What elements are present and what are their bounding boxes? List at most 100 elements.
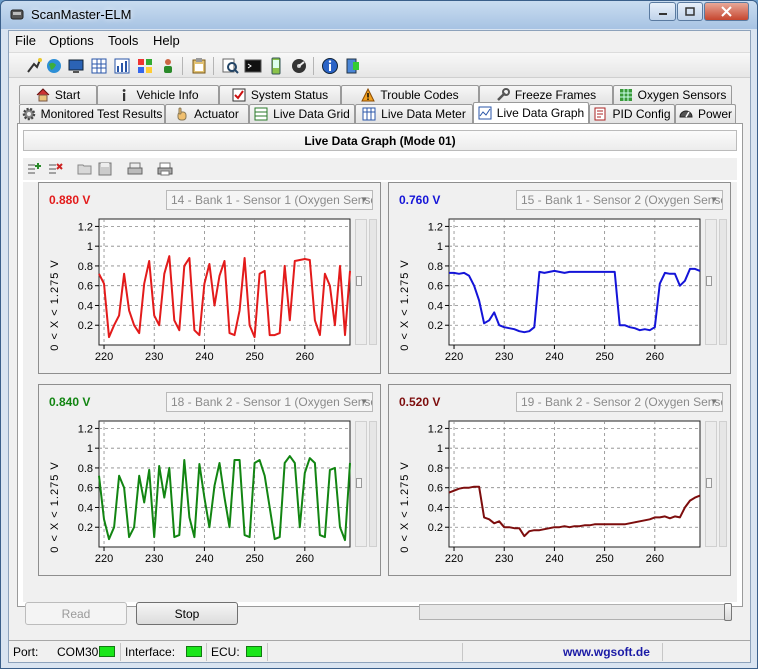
y-tick-label: 0.2 [428, 522, 443, 534]
vertical-scale-slider[interactable] [705, 421, 717, 547]
vertical-scale-slider[interactable] [355, 421, 367, 547]
warning-grid-icon[interactable] [136, 57, 154, 75]
y-tick-label: 0.2 [428, 320, 443, 332]
x-tick-label: 240 [545, 351, 563, 363]
grid-icon[interactable] [90, 57, 108, 75]
plot-area [448, 218, 701, 346]
graph-panel-4: 0.520 V 19 - Bank 2 - Sensor 2 (Oxygen S… [388, 384, 731, 576]
slider-thumb[interactable] [706, 478, 712, 488]
y-tick-label: 1.2 [428, 221, 443, 233]
grid-table-icon [254, 107, 268, 121]
x-tick-label: 260 [646, 351, 664, 363]
read-button[interactable]: Read [25, 602, 127, 625]
menu-tools[interactable]: Tools [108, 33, 138, 48]
menu-options[interactable]: Options [49, 33, 94, 48]
chart-icon[interactable] [113, 57, 131, 75]
x-tick-label: 260 [296, 351, 314, 363]
menu-file[interactable]: File [15, 33, 36, 48]
clipboard-icon[interactable] [190, 57, 208, 75]
y-tick-label: 0.8 [428, 463, 443, 475]
plot-area [448, 420, 701, 548]
x-tick-label: 250 [595, 351, 613, 363]
tab-oxygen-sensors[interactable]: Oxygen Sensors [613, 85, 732, 104]
graph-icon [478, 106, 492, 120]
toolbar-separator [213, 57, 214, 75]
tab-label: Vehicle Info [136, 88, 199, 102]
tab-label: PID Config [612, 107, 671, 121]
add-graph-icon[interactable] [26, 161, 42, 177]
slider-thumb[interactable] [356, 276, 362, 286]
port-value: COM30 [57, 645, 99, 659]
checkbox-icon [232, 88, 246, 102]
tab-power[interactable]: Power [675, 104, 736, 123]
print-preview-icon[interactable] [127, 161, 143, 177]
tab-actuator[interactable]: Actuator [165, 104, 249, 123]
tab-start[interactable]: Start [19, 85, 97, 104]
globe-icon[interactable] [45, 57, 63, 75]
menu-bar: File Options Tools Help [9, 31, 750, 51]
terminal-icon[interactable] [244, 57, 262, 75]
tab-label: Live Data Graph [496, 106, 585, 120]
y-tick-label: 1 [437, 443, 443, 455]
tab-trouble-codes[interactable]: Trouble Codes [341, 85, 479, 104]
port-led-indicator [99, 646, 115, 657]
slider-thumb[interactable] [356, 478, 362, 488]
stop-button[interactable]: Stop [136, 602, 238, 625]
tab-monitored-test-results[interactable]: Monitored Test Results [19, 104, 165, 123]
exit-icon[interactable] [344, 57, 362, 75]
plot: 1.2 1 0.8 0.6 0.4 0.2 220 230 240 250 260 [78, 218, 351, 363]
minimize-button[interactable] [649, 2, 676, 21]
x-tick-label: 260 [646, 553, 664, 565]
x-tick-label: 220 [95, 553, 113, 565]
disc-icon[interactable] [290, 57, 308, 75]
connect-icon[interactable] [25, 57, 43, 75]
menu-help[interactable]: Help [153, 33, 180, 48]
ecu-led-indicator [246, 646, 262, 657]
maximize-icon [685, 7, 695, 16]
printer-icon[interactable] [157, 161, 173, 177]
app-icon [10, 9, 24, 20]
vertical-scroll-track[interactable] [719, 421, 727, 547]
x-tick-label: 220 [445, 553, 463, 565]
vertical-scale-slider[interactable] [355, 219, 367, 345]
y-tick-label: 0.8 [78, 463, 93, 475]
tab-vehicle-info[interactable]: Vehicle Info [97, 85, 219, 104]
person-icon[interactable] [159, 57, 177, 75]
info-i-icon [123, 89, 126, 101]
tab-live-data-grid[interactable]: Live Data Grid [249, 104, 355, 123]
time-scroll-slider[interactable] [419, 603, 732, 621]
maximize-button[interactable] [677, 2, 703, 21]
remove-graph-icon[interactable] [47, 161, 63, 177]
monitor-icon[interactable] [67, 57, 85, 75]
status-divider [120, 643, 121, 661]
status-divider [206, 643, 207, 661]
tab-pid-config[interactable]: PID Config [589, 104, 675, 123]
slider-thumb[interactable] [706, 276, 712, 286]
interface-label: Interface: [125, 645, 176, 659]
vertical-scale-slider[interactable] [705, 219, 717, 345]
save-icon[interactable] [97, 161, 113, 177]
x-tick-label: 220 [445, 351, 463, 363]
vertical-scroll-track[interactable] [719, 219, 727, 345]
tab-live-data-meter[interactable]: Live Data Meter [355, 104, 473, 123]
tab-strip: Start Vehicle Info System Status Trouble… [9, 79, 750, 125]
y-tick-label: 1.2 [78, 221, 93, 233]
config-icon [594, 107, 606, 121]
tab-system-status[interactable]: System Status [219, 85, 341, 104]
app-window: ScanMaster-ELM File Options Tools Help S… [0, 0, 758, 669]
website-link[interactable]: www.wgsoft.de [563, 645, 650, 659]
y-tick-label: 0.4 [78, 502, 93, 514]
info-icon[interactable] [321, 57, 339, 75]
title-bar[interactable]: ScanMaster-ELM [1, 1, 757, 29]
y-tick-label: 0.8 [78, 261, 93, 273]
search-icon[interactable] [221, 57, 239, 75]
toolbar-separator [182, 57, 183, 75]
vertical-scroll-track[interactable] [369, 219, 377, 345]
close-button[interactable] [704, 2, 749, 21]
open-folder-icon[interactable] [77, 161, 93, 177]
tab-label: Power [697, 107, 732, 121]
vertical-scroll-track[interactable] [369, 421, 377, 547]
phone-icon[interactable] [267, 57, 285, 75]
slider-thumb[interactable] [724, 603, 732, 621]
tab-live-data-graph[interactable]: Live Data Graph [473, 102, 589, 123]
